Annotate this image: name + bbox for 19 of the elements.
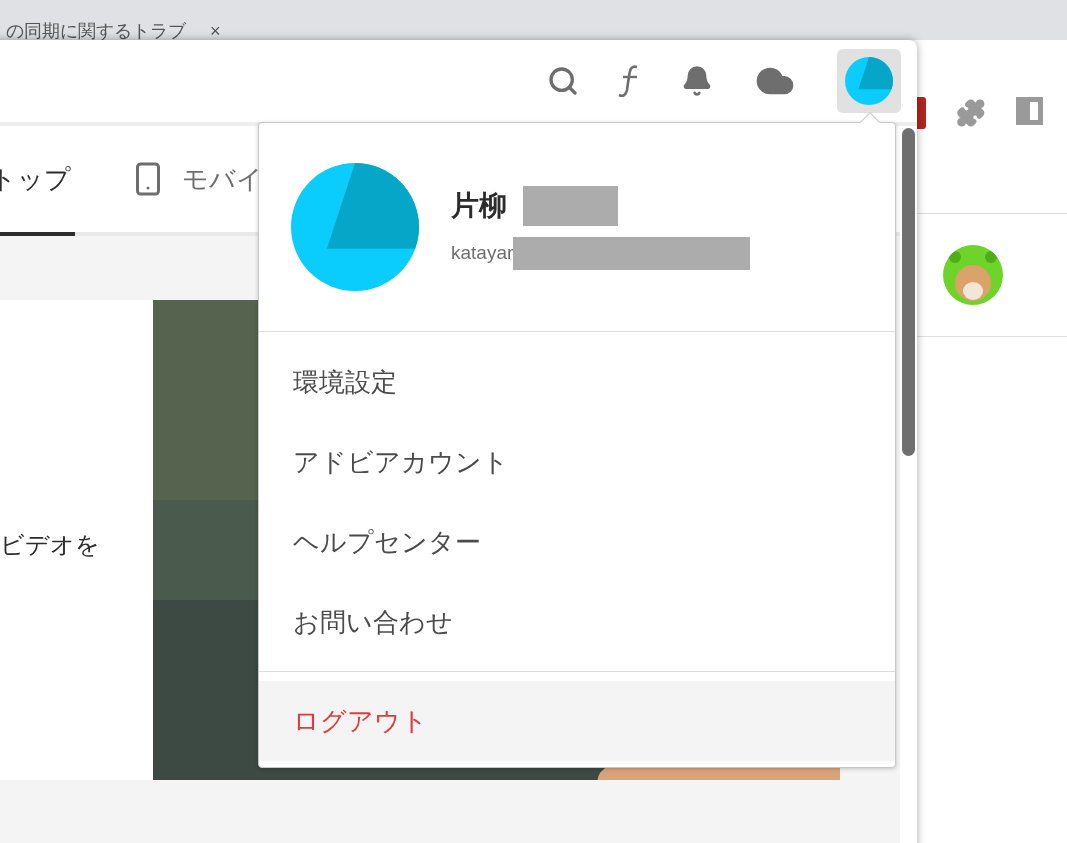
tab[interactable]: モバイ xyxy=(75,126,263,236)
scrollbar-thumb[interactable] xyxy=(902,128,915,456)
menu-item[interactable]: アドビアカウント xyxy=(259,422,895,502)
avatar-icon xyxy=(291,163,419,291)
browser-tab-title[interactable]: の同期に関するトラブ xyxy=(6,22,186,40)
menu-item[interactable]: お問い合わせ xyxy=(259,582,895,662)
user-email: katayar xyxy=(451,240,514,265)
puzzle-icon[interactable] xyxy=(956,97,986,129)
user-name: 片柳 xyxy=(451,188,507,223)
tab[interactable]: トップ xyxy=(0,126,75,236)
card-text: ビデオを xyxy=(0,530,100,560)
menu-item[interactable]: ログアウト xyxy=(259,681,895,761)
tab-close-button[interactable]: × xyxy=(210,22,221,40)
avatar-icon xyxy=(845,57,893,105)
sidebar-icon[interactable] xyxy=(1015,97,1043,125)
search-icon[interactable] xyxy=(547,65,579,97)
bell-icon[interactable] xyxy=(681,65,713,97)
menu-item[interactable]: ヘルプセンター xyxy=(259,502,895,582)
menu-item[interactable]: 環境設定 xyxy=(259,342,895,422)
